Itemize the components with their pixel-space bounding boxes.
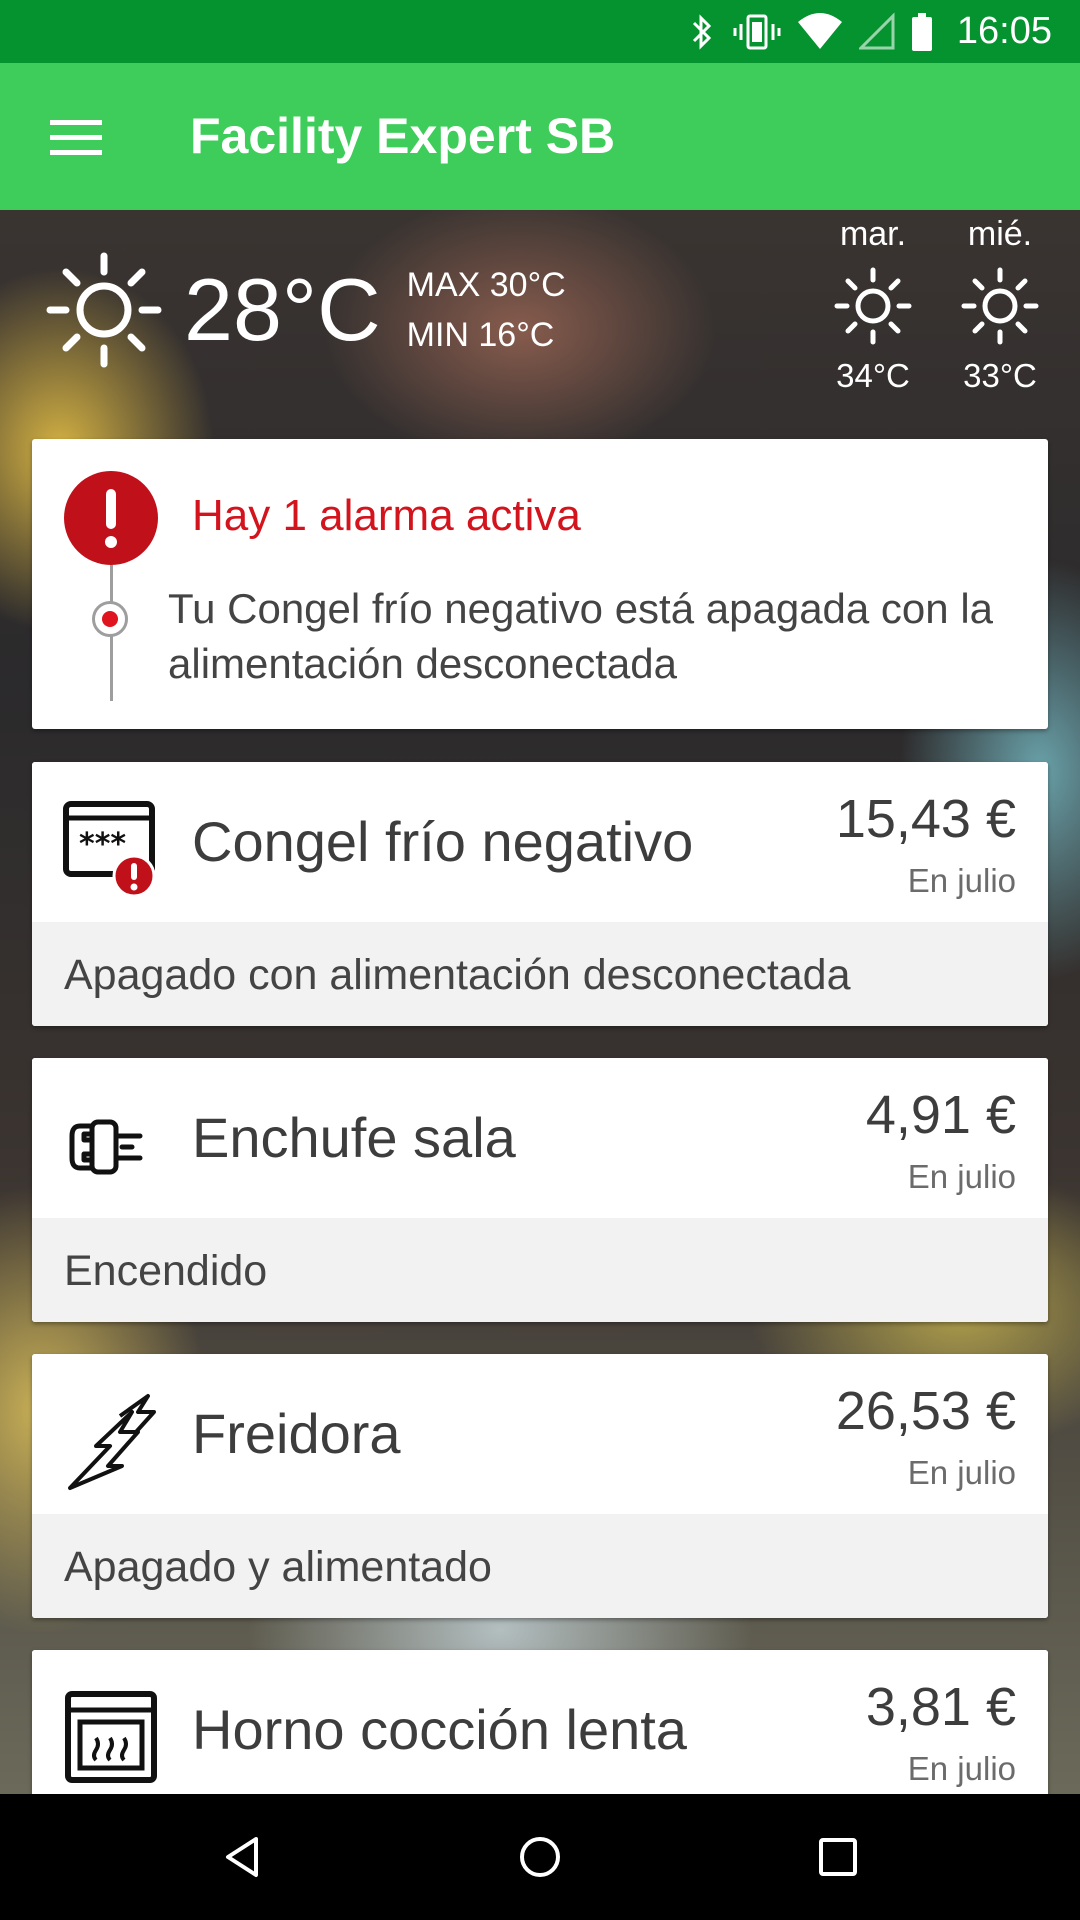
bluetooth-icon [692, 13, 712, 50]
device-period: En julio [907, 1750, 1016, 1787]
device-status: Encendido [64, 1247, 268, 1295]
device-status: Apagado con alimentación desconectada [64, 951, 851, 999]
home-icon [520, 1837, 560, 1877]
back-button[interactable] [212, 1827, 272, 1887]
forecast-day: mié. 33°C [945, 215, 1055, 395]
device-header: *** Congel frío negativo 15,43 € En juli… [32, 762, 1048, 922]
device-status: Apagado y alimentado [64, 1543, 492, 1591]
device-price: 15,43 € [835, 789, 1016, 849]
device-period: En julio [907, 1158, 1016, 1195]
recents-icon [819, 1838, 857, 1876]
sun-icon [834, 267, 912, 345]
oven-icon [65, 1691, 157, 1783]
device-price: 26,53 € [835, 1381, 1016, 1441]
plug-icon [69, 1119, 143, 1175]
device-status-bar: Apagado y alimentado [32, 1514, 1048, 1618]
max-temperature: MAX 30°C [406, 266, 566, 304]
alarm-card[interactable]: Hay 1 alarma activa Tu Congel frío negat… [32, 439, 1048, 729]
alarm-message: Tu Congel frío negativo está apagada con… [168, 585, 994, 687]
forecast-temperature: 33°C [963, 357, 1037, 394]
device-price: 3,81 € [865, 1677, 1016, 1737]
wifi-icon [797, 12, 842, 49]
alarm-title: Hay 1 alarma activa [192, 491, 581, 540]
signal-icon [858, 11, 895, 49]
menu-button[interactable] [40, 109, 112, 165]
min-temperature: MIN 16°C [406, 316, 555, 354]
device-price: 4,91 € [865, 1085, 1016, 1145]
device-card[interactable]: Enchufe sala 4,91 € En julio Encendido [32, 1058, 1048, 1322]
device-card[interactable]: *** Congel frío negativo 15,43 € En juli… [32, 762, 1048, 1026]
device-status-bar: Apagado con alimentación desconectada [32, 922, 1048, 1026]
forecast-day-name: mar. [839, 215, 907, 253]
back-icon [226, 1837, 258, 1877]
forecast-temperature: 34°C [836, 357, 910, 394]
lightning-icon [68, 1394, 156, 1490]
sun-icon [961, 267, 1039, 345]
vibrate-icon [733, 14, 781, 49]
device-period: En julio [907, 1454, 1016, 1491]
status-time: 16:05 [956, 10, 1052, 52]
menu-icon [50, 120, 102, 155]
app-title: Facility Expert SB [190, 108, 616, 164]
device-header: Freidora 26,53 € En julio [32, 1354, 1048, 1514]
navigation-bar [0, 1794, 1080, 1920]
freezer-alarm-icon: *** [63, 801, 156, 898]
sun-icon [46, 252, 162, 368]
min-max-temperature: MAX 30°C MIN 16°C [407, 260, 566, 360]
device-header: Enchufe sala 4,91 € En julio [32, 1058, 1048, 1218]
device-period: En julio [907, 862, 1016, 899]
app-bar: Facility Expert SB [0, 63, 1080, 210]
device-header: Horno cocción lenta 3,81 € En julio [32, 1650, 1048, 1810]
device-name: Horno cocción lenta [192, 1698, 687, 1761]
device-name: Congel frío negativo [192, 810, 694, 873]
forecast-day: mar. 34°C [818, 215, 928, 395]
forecast-day-name: mié. [967, 215, 1033, 253]
svg-text:***: *** [79, 827, 126, 862]
battery-icon [911, 12, 932, 51]
device-name: Enchufe sala [192, 1106, 516, 1169]
alarm-icon [64, 471, 158, 565]
recents-button[interactable] [808, 1827, 868, 1887]
status-bar: 16:05 [0, 0, 1080, 63]
timeline-dot [92, 601, 128, 637]
device-status-bar: Encendido [32, 1218, 1048, 1322]
weather-current: 28°C MAX 30°C MIN 16°C [44, 245, 566, 375]
home-button[interactable] [510, 1827, 570, 1887]
current-temperature: 28°C [184, 260, 381, 359]
device-card[interactable]: Freidora 26,53 € En julio Apagado y alim… [32, 1354, 1048, 1618]
device-name: Freidora [192, 1402, 401, 1465]
